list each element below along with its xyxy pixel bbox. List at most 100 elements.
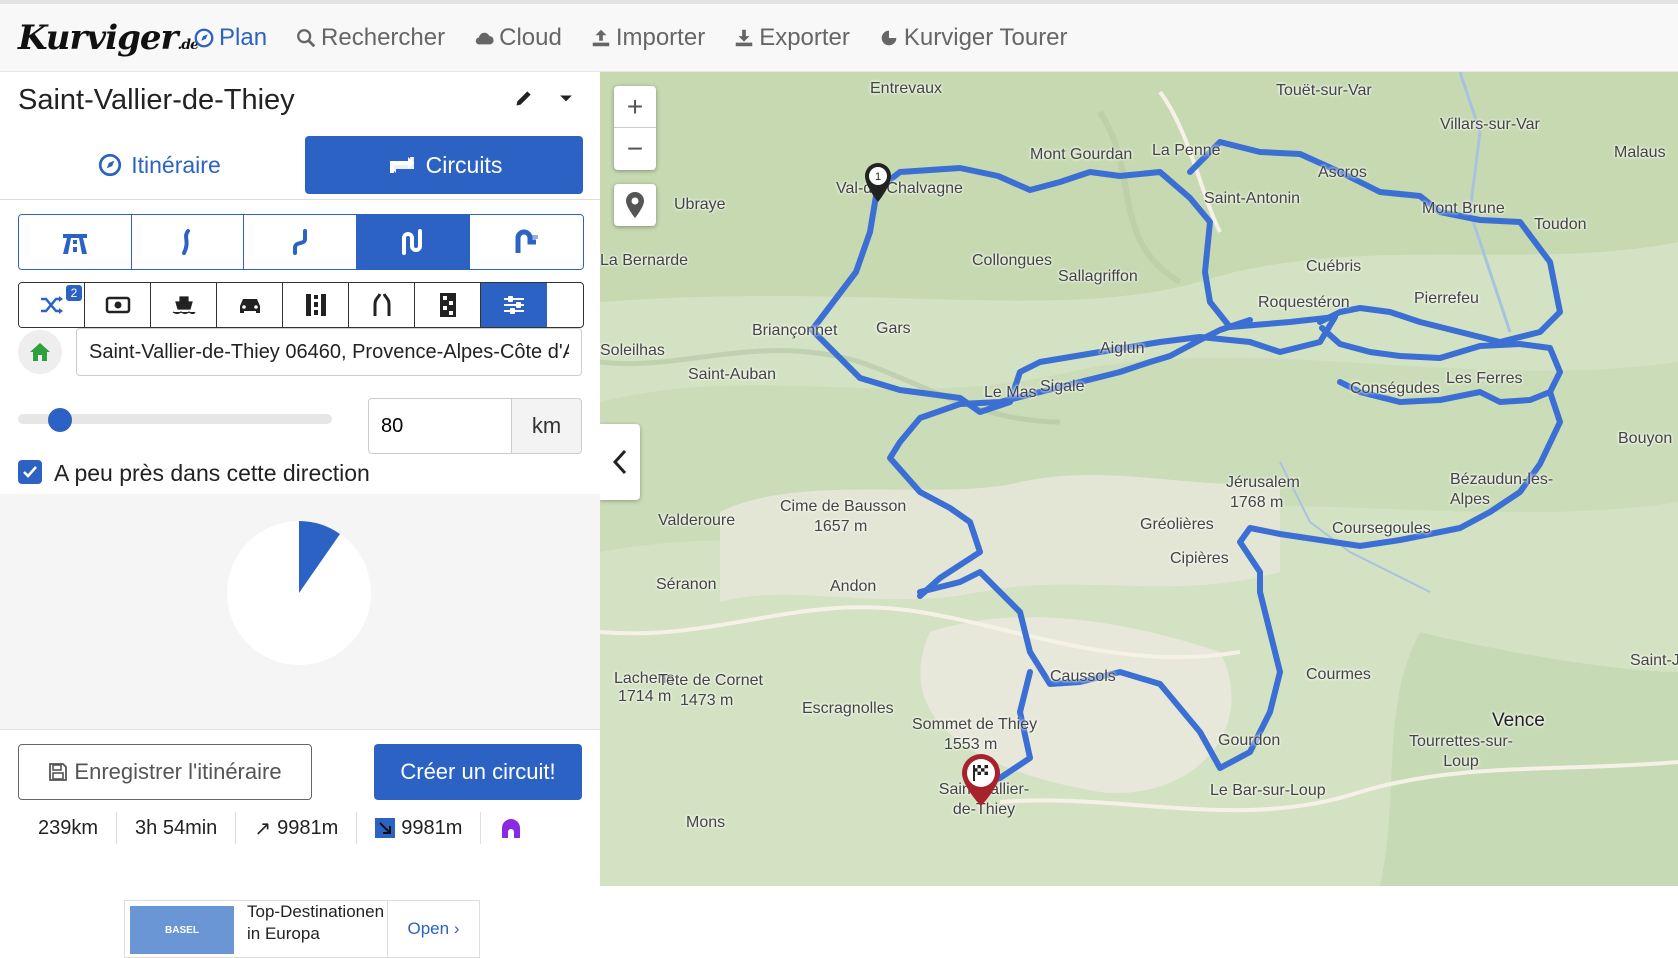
- distance-unit: km: [511, 398, 582, 454]
- highway-icon: [62, 234, 87, 254]
- option-settings[interactable]: [481, 283, 547, 327]
- top-navbar: Kurviger.de Plan Rechercher Cloud Import…: [0, 0, 1678, 72]
- start-marker-icon[interactable]: 1: [862, 160, 894, 204]
- option-shuffle[interactable]: 2: [19, 283, 85, 327]
- shuffle-count-badge: 2: [66, 285, 82, 301]
- place-label: 1473 m: [680, 692, 734, 709]
- zoom-in-button[interactable]: +: [614, 86, 656, 128]
- route-stats: 239km 3h 54min ↗ 9981m 9981m: [18, 808, 584, 848]
- retweet-icon: [389, 157, 414, 173]
- shuffle-icon: [40, 296, 63, 314]
- finish-flag-marker-icon[interactable]: [958, 752, 1004, 808]
- distance-slider-handle[interactable]: [48, 408, 72, 432]
- option-unpaved[interactable]: [283, 283, 349, 327]
- stat-tunnel[interactable]: [481, 812, 541, 844]
- border-icon: [439, 293, 456, 317]
- place-label: Tourrettes-sur-Loup: [1408, 733, 1514, 770]
- nav-export[interactable]: Exporter: [733, 24, 850, 52]
- stat-duration-value: 3h 54min: [135, 816, 218, 839]
- nav-export-label: Exporter: [759, 23, 850, 51]
- caret-down-icon[interactable]: [556, 88, 576, 108]
- place-label: Gréolières: [1140, 516, 1214, 533]
- home-start-button[interactable]: [18, 330, 62, 374]
- mode-tabs: Itinéraire Circuits: [0, 134, 600, 200]
- stat-distance-value: 239km: [38, 816, 99, 839]
- tab-circuits-label: Circuits: [425, 151, 503, 178]
- ferry-icon: [172, 296, 196, 315]
- download-icon: [735, 29, 753, 46]
- ad-title: Top-Destinationen in Europa: [247, 902, 385, 943]
- place-label: Caussols: [1050, 668, 1116, 685]
- start-address-input[interactable]: [76, 328, 582, 376]
- locate-button[interactable]: [614, 184, 656, 226]
- unpaved-icon: [305, 294, 326, 316]
- option-narrow-road[interactable]: [349, 283, 415, 327]
- kurviger-logo[interactable]: Kurviger.de: [18, 18, 199, 58]
- compass-icon: [194, 28, 214, 47]
- place-label: Entrevaux: [870, 80, 943, 97]
- chevron-left-icon: [612, 449, 627, 475]
- place-label: Cime de Bausson: [780, 498, 907, 515]
- nav-plan[interactable]: Plan: [193, 24, 267, 52]
- road-style-curvy[interactable]: [244, 215, 357, 269]
- place-label: Gourdon: [1218, 732, 1281, 749]
- option-ferry[interactable]: [151, 283, 217, 327]
- very-curvy-icon: [402, 229, 423, 255]
- road-style-very-curvy[interactable]: [356, 215, 471, 269]
- save-route-button[interactable]: Enregistrer l'itinéraire: [18, 744, 312, 800]
- road-style-highway[interactable]: [19, 215, 132, 269]
- stat-duration: 3h 54min: [117, 812, 237, 844]
- place-label: La Bernarde: [600, 252, 689, 269]
- map-view[interactable]: Entrevaux Touët-sur-Var Villars-sur-Var …: [600, 72, 1678, 886]
- place-label: Les Ferres: [1446, 370, 1523, 387]
- road-style-extra-curvy[interactable]: [470, 215, 583, 269]
- option-border[interactable]: [415, 283, 481, 327]
- place-label: La Penne: [1152, 142, 1221, 159]
- place-label: 1768 m: [1230, 494, 1284, 511]
- nav-import[interactable]: Importer: [590, 24, 705, 52]
- zoom-control: + −: [614, 86, 656, 170]
- floppy-disk-icon: [49, 763, 68, 781]
- nav-tourer[interactable]: Kurviger Tourer: [878, 24, 1068, 52]
- stat-ascent-value: 9981m: [277, 816, 339, 839]
- place-label: Malaus: [1614, 144, 1666, 161]
- place-label: Cuébris: [1306, 258, 1362, 275]
- nav-search[interactable]: Rechercher: [295, 24, 445, 52]
- save-route-label: Enregistrer l'itinéraire: [74, 759, 282, 784]
- place-label: Pierrefeu: [1414, 290, 1479, 307]
- advertisement[interactable]: BASEL Top-Destinationen in Europa Open ›: [124, 900, 480, 958]
- create-circuit-button[interactable]: Créer un circuit!: [374, 744, 582, 800]
- place-label: Villars-sur-Var: [1440, 116, 1540, 133]
- pencil-icon[interactable]: [514, 88, 534, 108]
- direction-pie-picker[interactable]: [224, 518, 374, 668]
- tab-circuits[interactable]: Circuits: [305, 136, 583, 194]
- option-car[interactable]: [217, 283, 283, 327]
- place-label: Vence: [1492, 710, 1545, 731]
- route-options: 2: [18, 282, 584, 328]
- direction-checkbox[interactable]: [18, 460, 42, 484]
- place-label: Gars: [876, 320, 911, 337]
- settings-sliders-icon: [504, 296, 524, 314]
- road-style-slight[interactable]: [131, 215, 245, 269]
- distance-input[interactable]: [368, 398, 512, 454]
- place-label: Bézaudun-les-Alpes: [1450, 471, 1554, 508]
- place-label: Aiglun: [1100, 340, 1145, 357]
- collapse-panel-button[interactable]: [600, 424, 640, 500]
- toll-icon: [105, 296, 130, 314]
- cloud-icon: [475, 32, 494, 44]
- place-label: Touët-sur-Var: [1276, 82, 1372, 99]
- ad-image: BASEL: [130, 906, 234, 954]
- route-title[interactable]: Saint-Vallier-de-Thiey: [18, 84, 295, 117]
- ad-open-link[interactable]: Open ›: [387, 901, 479, 957]
- start-marker-label: 1: [875, 171, 881, 183]
- checkmark-icon: [23, 466, 37, 478]
- tab-itinerary[interactable]: Itinéraire: [20, 136, 298, 194]
- compass-icon: [99, 153, 122, 177]
- tourer-icon: [881, 30, 897, 45]
- nav-cloud[interactable]: Cloud: [473, 24, 562, 52]
- search-icon: [297, 28, 316, 47]
- nav-search-label: Rechercher: [321, 23, 446, 51]
- option-toll[interactable]: [85, 283, 151, 327]
- zoom-out-button[interactable]: −: [614, 128, 656, 170]
- place-label: Saint-Auban: [688, 366, 777, 383]
